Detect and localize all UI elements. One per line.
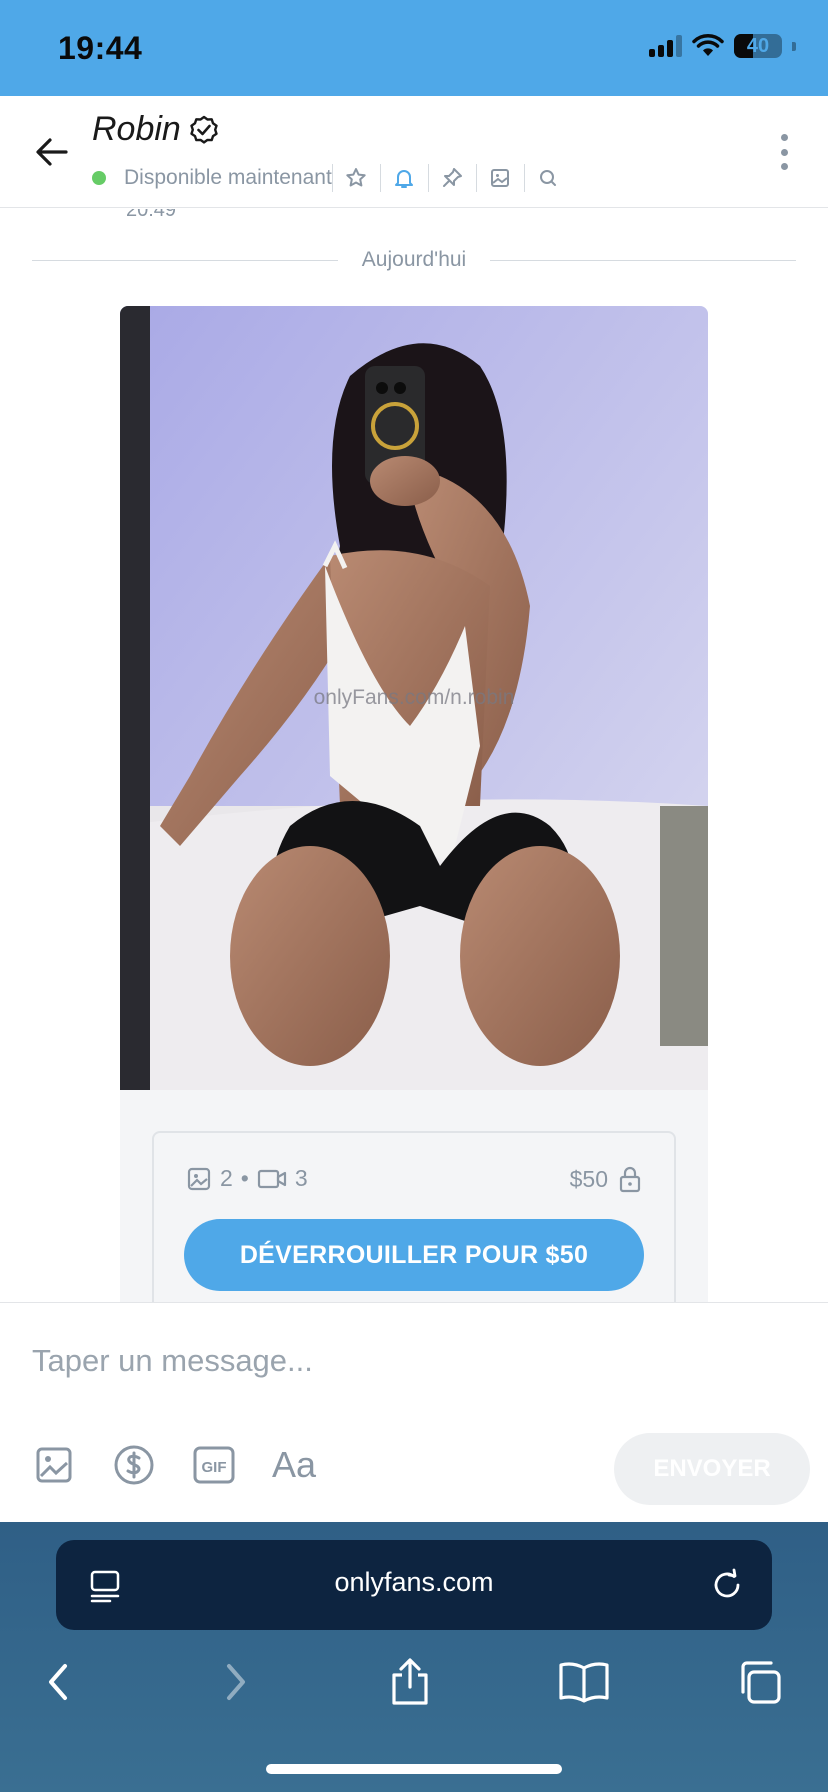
- lock-icon: [619, 1166, 641, 1193]
- presence-status: Disponible maintenant: [124, 166, 332, 189]
- battery-icon: 40: [734, 34, 782, 58]
- tabs-icon: [741, 1661, 781, 1704]
- battery-level: 40: [746, 34, 770, 57]
- browser-forward-button[interactable]: [206, 1652, 266, 1712]
- address-bar[interactable]: onlyfans.com: [56, 1540, 772, 1630]
- attach-image-button[interactable]: [32, 1443, 76, 1487]
- locked-media-message: onlyFans.com/n.robin 2 • 3 $50 DÉVERROUI…: [120, 306, 708, 1302]
- status-time: 19:44: [58, 30, 143, 66]
- count-separator: •: [240, 1165, 249, 1191]
- svg-text:GIF: GIF: [202, 1459, 227, 1476]
- back-arrow-icon[interactable]: [32, 132, 72, 172]
- search-button[interactable]: [523, 164, 572, 192]
- gif-icon: GIF: [193, 1446, 235, 1484]
- wifi-icon: [692, 34, 724, 56]
- chat-header: Robin Disponible maintenant: [0, 96, 828, 208]
- gif-button[interactable]: GIF: [192, 1443, 236, 1487]
- status-icons: 40: [649, 34, 796, 58]
- search-icon: [540, 170, 557, 186]
- chevron-right-icon: [227, 1664, 245, 1700]
- star-icon: [346, 168, 366, 187]
- reload-icon[interactable]: [708, 1566, 746, 1604]
- video-count-icon: [257, 1169, 286, 1188]
- chevron-left-icon: [49, 1664, 67, 1700]
- share-button[interactable]: [380, 1652, 440, 1712]
- notifications-button[interactable]: [379, 164, 428, 192]
- bookmarks-button[interactable]: [554, 1652, 614, 1712]
- tabs-button[interactable]: [730, 1652, 790, 1712]
- image-icon: [491, 169, 510, 187]
- locked-content-panel: 2 • 3 $50 DÉVERROUILLER POUR $50: [152, 1131, 676, 1302]
- chat-area[interactable]: 20:49 Aujourd'hui onlyFans.com/n.robin 2…: [0, 209, 828, 1302]
- image-count-icon: [187, 1167, 211, 1190]
- battery-nub: [792, 41, 796, 51]
- gallery-button[interactable]: [475, 164, 524, 192]
- watermark-text: onlyFans.com/n.robin: [313, 686, 515, 709]
- image-count: 2: [220, 1165, 233, 1191]
- image-icon: [36, 1447, 72, 1483]
- home-indicator: [266, 1764, 562, 1774]
- date-divider-label: Aujourd'hui: [361, 248, 467, 271]
- pin-icon: [443, 168, 463, 187]
- browser-back-button[interactable]: [28, 1652, 88, 1712]
- date-divider: Aujourd'hui: [32, 245, 797, 275]
- send-button[interactable]: ENVOYER: [614, 1433, 810, 1505]
- presence-row: Disponible maintenant: [92, 164, 572, 192]
- cellular-signal-icon: [649, 35, 682, 57]
- video-count: 3: [294, 1165, 308, 1191]
- message-input[interactable]: [32, 1333, 792, 1389]
- media-counts: 2 • 3: [186, 1165, 308, 1192]
- dollar-icon: [114, 1445, 154, 1485]
- text-format-button[interactable]: Aa: [268, 1443, 320, 1487]
- verified-badge-icon: [190, 115, 218, 144]
- browser-toolbar: onlyfans.com: [0, 1522, 828, 1792]
- book-icon: [559, 1662, 609, 1703]
- bell-icon: [395, 170, 414, 188]
- status-bar: 19:44 40: [0, 0, 828, 96]
- pin-button[interactable]: [427, 164, 476, 192]
- text-format-icon: Aa: [271, 1444, 317, 1485]
- favorite-star-button[interactable]: [331, 164, 380, 192]
- share-icon: [392, 1658, 428, 1705]
- message-composer: GIF Aa ENVOYER: [0, 1302, 828, 1522]
- price-row: $50: [570, 1165, 642, 1193]
- more-options-icon[interactable]: [778, 134, 790, 170]
- unlock-button[interactable]: DÉVERROUILLER POUR $50: [184, 1219, 644, 1291]
- media-preview-image[interactable]: onlyFans.com/n.robin: [120, 306, 708, 1090]
- contact-name[interactable]: Robin: [92, 110, 181, 149]
- online-indicator: [92, 171, 106, 185]
- tip-button[interactable]: [112, 1443, 156, 1487]
- url-text: onlyfans.com: [334, 1567, 494, 1597]
- previous-message-time: 20:49: [126, 209, 177, 221]
- price-text: $50: [569, 1165, 608, 1192]
